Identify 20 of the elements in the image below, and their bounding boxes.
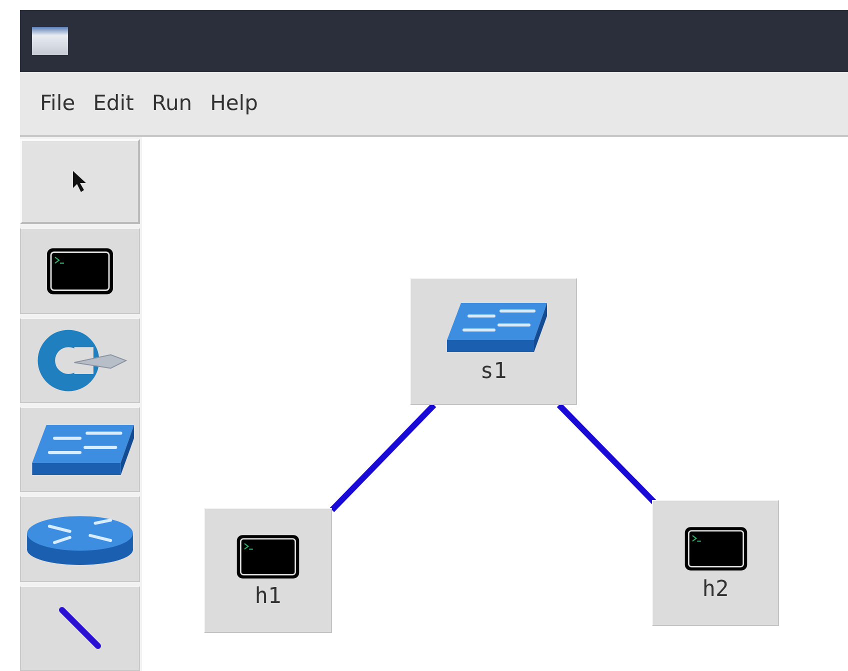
pointer-icon — [72, 170, 88, 194]
switch-node[interactable]: s1 — [410, 278, 577, 405]
terminal-icon — [45, 246, 115, 296]
node-label: h1 — [254, 586, 282, 608]
line-icon — [58, 606, 102, 650]
host-tool[interactable] — [20, 228, 140, 314]
terminal-icon — [682, 525, 748, 573]
menu-item[interactable]: Help — [204, 86, 264, 122]
host-node[interactable]: h1 — [204, 508, 332, 633]
menu-item[interactable]: Run — [146, 86, 198, 122]
node-label: s1 — [480, 361, 507, 383]
host-node[interactable]: h2 — [652, 500, 779, 626]
menu-item[interactable]: File — [34, 86, 82, 122]
terminal-icon — [235, 532, 301, 580]
window-icon — [32, 27, 68, 55]
menu-item[interactable]: Edit — [87, 86, 140, 122]
node-label: h2 — [702, 578, 729, 601]
switch-tool[interactable] — [20, 407, 140, 492]
router-tool[interactable] — [20, 496, 140, 582]
link-tool[interactable] — [20, 586, 140, 671]
